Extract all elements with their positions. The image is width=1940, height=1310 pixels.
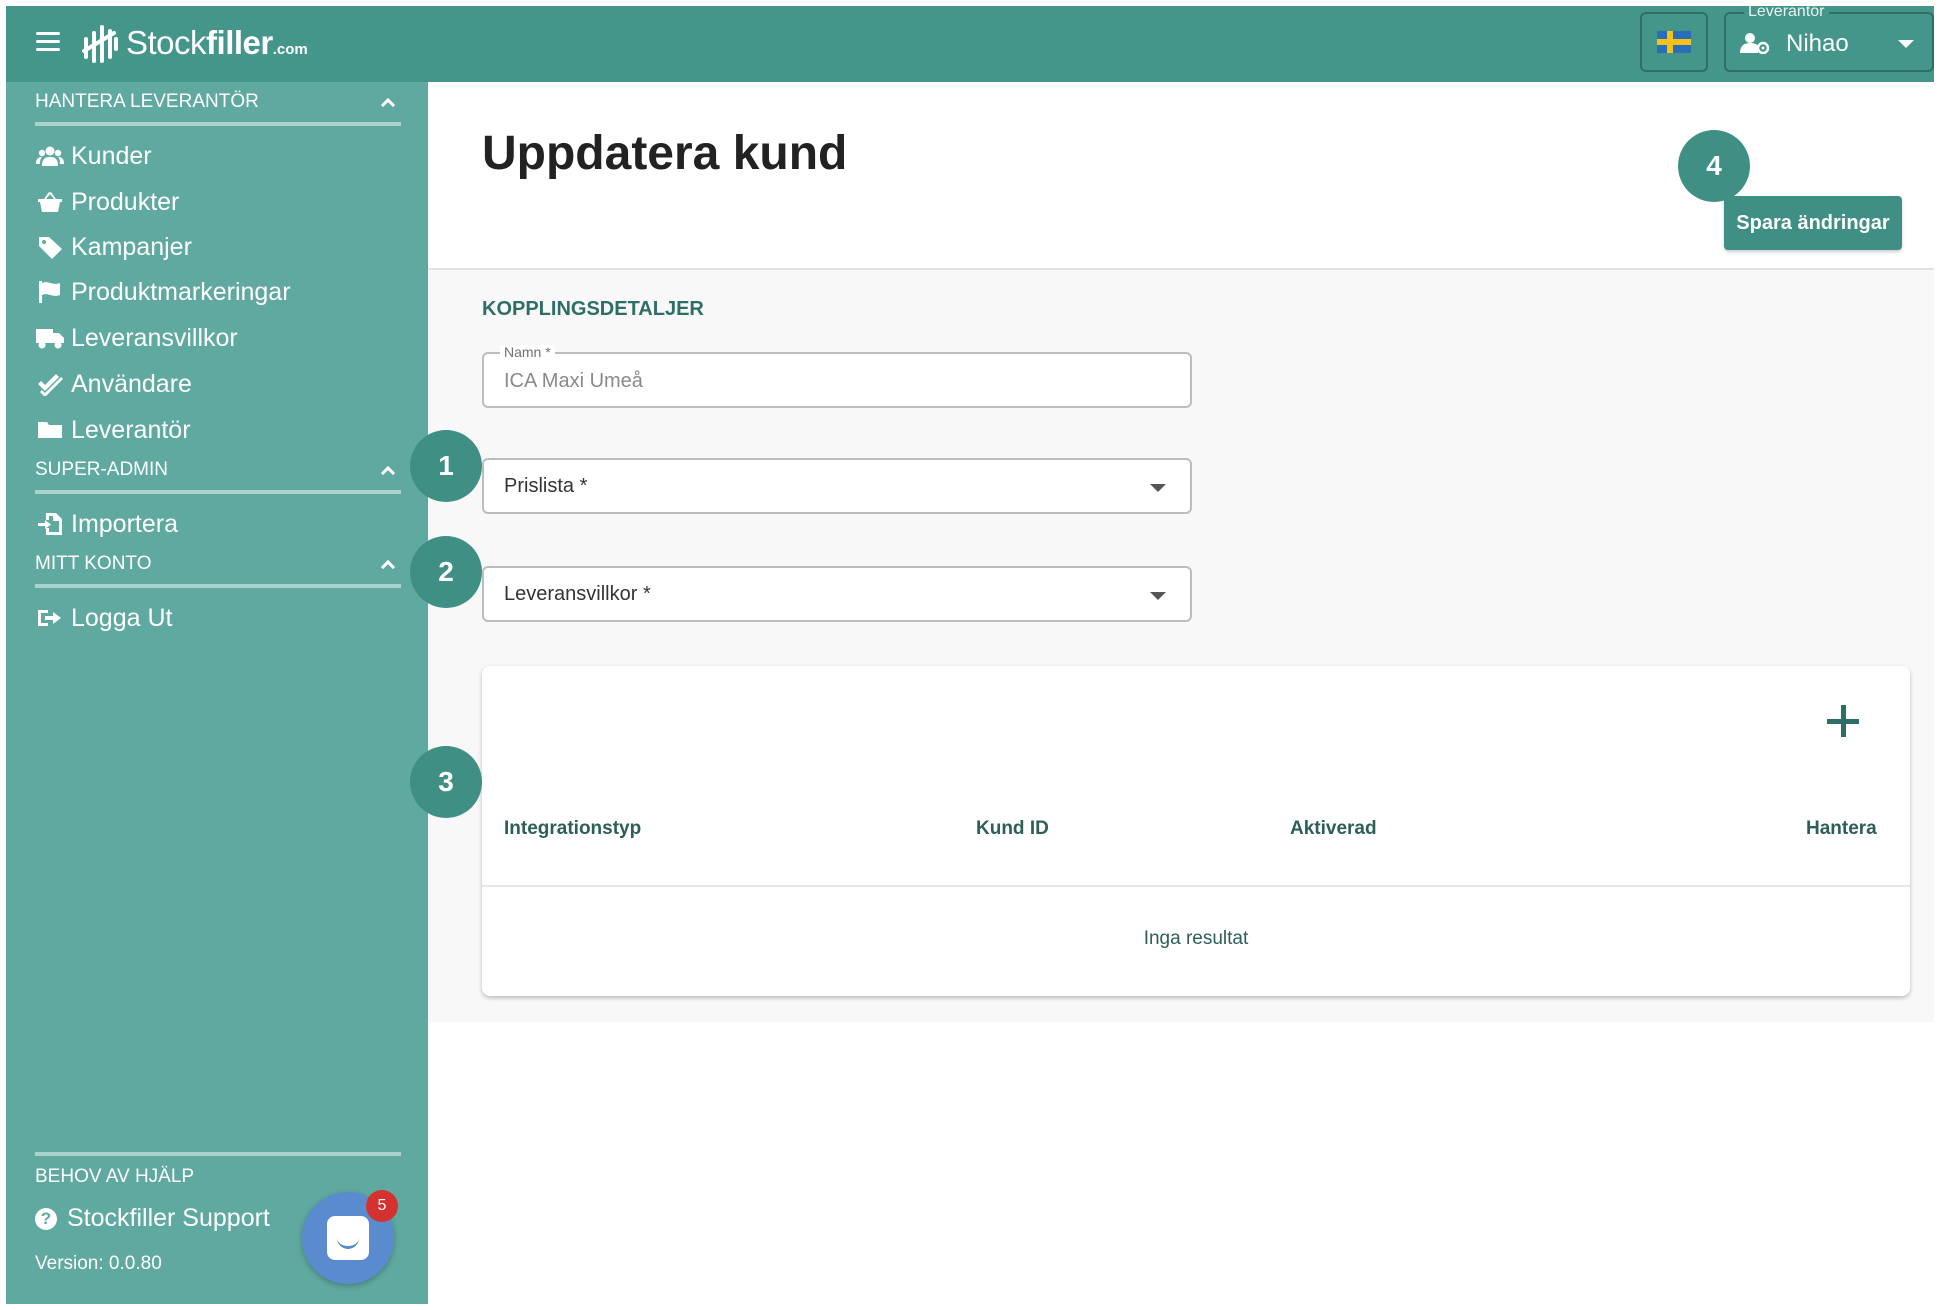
section-title: HANTERA LEVERANTÖR: [35, 91, 259, 112]
truck-icon: [35, 325, 65, 351]
support-link[interactable]: ? Stockfiller Support: [35, 1204, 270, 1233]
pricelist-select-label: Prislista *: [504, 475, 588, 497]
step-marker-1: 1: [410, 430, 482, 502]
section-title: SUPER-ADMIN: [35, 459, 169, 480]
tag-icon: [35, 234, 65, 260]
section-title: MITT KONTO: [35, 553, 152, 574]
section-label: KOPPLINGSDETALJER: [482, 298, 704, 320]
supplier-select-label: Leverantör: [1744, 6, 1829, 20]
top-bar: Stockfiller .com Leverantör Nihao: [6, 6, 1934, 82]
sidebar-item-label: Användare: [71, 369, 192, 398]
sweden-flag-icon: [1657, 31, 1691, 53]
divider: [35, 1152, 401, 1156]
table-divider: [482, 885, 1910, 887]
step-marker-4: 4: [1678, 130, 1750, 202]
caret-down-icon: [1150, 484, 1166, 492]
add-integration-button[interactable]: [1826, 704, 1860, 738]
column-header-integrationstyp[interactable]: Integrationstyp: [504, 818, 641, 840]
sidebar-item-label: Logga Ut: [71, 603, 173, 632]
section-header-manage-supplier[interactable]: HANTERA LEVERANTÖR: [35, 86, 401, 126]
sidebar-item-label: Produkter: [71, 187, 180, 216]
notification-badge: 5: [366, 1190, 398, 1222]
question-icon: ?: [35, 1207, 57, 1230]
sidebar-item-label: Leverantör: [71, 415, 191, 444]
name-field-label: Namn *: [500, 345, 555, 359]
caret-down-icon: [1898, 40, 1914, 48]
step-marker-2: 2: [410, 536, 482, 608]
sidebar-item-importera[interactable]: Importera: [35, 504, 178, 544]
chevron-up-icon: [380, 97, 396, 113]
delivery-terms-select[interactable]: Leveransvillkor *: [482, 566, 1192, 622]
chevron-up-icon: [380, 465, 396, 481]
column-header-aktiverad[interactable]: Aktiverad: [1290, 818, 1377, 840]
chevron-up-icon: [380, 559, 396, 575]
supplier-value: Nihao: [1786, 30, 1849, 57]
sidebar-item-produktmarkeringar[interactable]: Produktmarkeringar: [35, 272, 291, 312]
pricelist-select[interactable]: Prislista *: [482, 458, 1192, 514]
users-icon: [35, 143, 65, 169]
step-marker-3: 3: [410, 746, 482, 818]
page-title: Uppdatera kund: [482, 127, 848, 180]
sidebar-item-label: Produktmarkeringar: [71, 277, 291, 306]
name-field-value: ICA Maxi Umeå: [504, 370, 643, 392]
delivery-terms-select-label: Leveransvillkor *: [504, 583, 651, 605]
sidebar-item-kampanjer[interactable]: Kampanjer: [35, 227, 192, 267]
sidebar-item-label: Importera: [71, 509, 178, 538]
sidebar-item-produkter[interactable]: Produkter: [35, 182, 179, 222]
sidebar-item-leveransvillkor[interactable]: Leveransvillkor: [35, 318, 238, 358]
chat-icon: [327, 1216, 369, 1260]
app-window: Stockfiller .com Leverantör Nihao HANTER…: [6, 6, 1934, 1304]
sidebar-item-label: Kunder: [71, 141, 152, 170]
user-cog-icon: [1740, 33, 1770, 54]
sidebar: HANTERA LEVERANTÖR Kunder Produkter Kamp…: [6, 82, 428, 1304]
folder-icon: [35, 417, 65, 443]
logout-icon: [35, 605, 65, 631]
supplier-select[interactable]: Leverantör Nihao: [1724, 6, 1934, 72]
help-title: BEHOV AV HJÄLP: [35, 1166, 195, 1187]
section-header-super-admin[interactable]: SUPER-ADMIN: [35, 454, 401, 494]
sidebar-item-label: Leveransvillkor: [71, 323, 238, 352]
column-header-kund-id[interactable]: Kund ID: [976, 818, 1049, 840]
save-button[interactable]: Spara ändringar: [1724, 196, 1902, 250]
column-header-hantera: Hantera: [1806, 818, 1877, 839]
language-button[interactable]: [1640, 12, 1708, 72]
sidebar-item-label: Kampanjer: [71, 232, 192, 261]
sidebar-item-logga-ut[interactable]: Logga Ut: [35, 598, 172, 638]
sidebar-item-leverantor[interactable]: Leverantör: [35, 410, 191, 450]
menu-icon[interactable]: [36, 32, 60, 52]
caret-down-icon: [1150, 592, 1166, 600]
name-field[interactable]: Namn * ICA Maxi Umeå: [482, 345, 1192, 408]
logo-text: Stockfiller: [126, 24, 273, 61]
sidebar-item-anvandare[interactable]: Användare: [35, 364, 192, 404]
section-header-mitt-konto[interactable]: MITT KONTO: [35, 548, 401, 588]
check-double-icon: [35, 371, 65, 397]
flag-icon: [35, 279, 65, 305]
logo-suffix: .com: [272, 40, 308, 58]
logo-icon: [82, 25, 118, 63]
basket-icon: [35, 189, 65, 215]
version-text: Version: 0.0.80: [35, 1253, 162, 1274]
sidebar-item-kunder[interactable]: Kunder: [35, 136, 152, 176]
support-label: Stockfiller Support: [67, 1204, 270, 1232]
import-icon: [35, 511, 65, 537]
logo[interactable]: Stockfiller .com: [80, 18, 308, 68]
empty-state-text: Inga resultat: [1143, 928, 1249, 949]
